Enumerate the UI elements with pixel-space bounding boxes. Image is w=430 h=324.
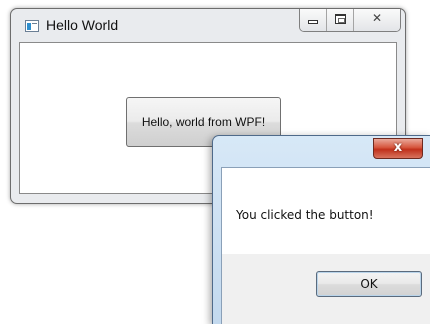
message-box-dialog: x You clicked the button! OK — [212, 135, 430, 324]
maximize-button[interactable] — [327, 9, 354, 31]
window-app-icon[interactable] — [25, 20, 39, 32]
minimize-button[interactable] — [300, 9, 327, 31]
ok-button[interactable]: OK — [316, 271, 422, 297]
minimize-icon — [308, 20, 318, 24]
dialog-message: You clicked the button! — [236, 208, 374, 222]
dialog-footer: OK — [222, 254, 430, 324]
close-icon: x — [393, 140, 403, 155]
window-title: Hello World — [46, 17, 119, 33]
dialog-content: You clicked the button! OK — [221, 167, 430, 324]
close-button[interactable]: ✕ — [354, 9, 400, 31]
maximize-icon — [335, 14, 346, 24]
close-icon: ✕ — [371, 11, 383, 25]
dialog-close-button[interactable]: x — [373, 138, 423, 159]
caption-buttons: ✕ — [299, 9, 401, 32]
main-titlebar[interactable]: Hello World ✕ — [11, 9, 405, 41]
